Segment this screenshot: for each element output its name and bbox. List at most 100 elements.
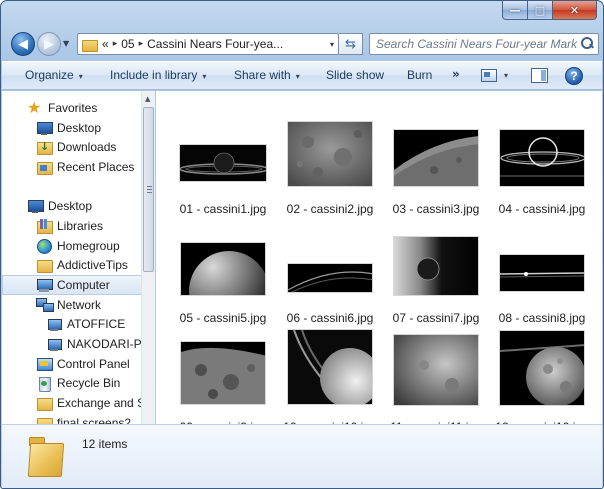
scroll-up-icon[interactable]: ▲ bbox=[145, 95, 150, 103]
nav-final-screens2[interactable]: final screens2 bbox=[2, 413, 141, 424]
breadcrumb-separator-icon[interactable]: ▸ bbox=[139, 39, 144, 49]
desktop-icon bbox=[36, 120, 53, 136]
nav-nakodari-pc[interactable]: NAKODARI-PC bbox=[2, 334, 142, 354]
recycle-bin-icon bbox=[36, 375, 52, 392]
maximize-button[interactable]: □ bbox=[528, 1, 553, 20]
views-dropdown-icon[interactable]: ▾ bbox=[504, 71, 508, 80]
address-bar[interactable]: « ▸ 05 ▸ Cassini Nears Four-yea... ▾ bbox=[77, 33, 339, 55]
share-with-label: Share with bbox=[234, 68, 291, 82]
share-with-menu[interactable]: Share with ▾ bbox=[234, 68, 300, 82]
slide-show-button[interactable]: Slide show bbox=[326, 68, 384, 82]
file-item[interactable]: 09 - cassini9.jpg bbox=[173, 331, 273, 434]
include-in-library-menu[interactable]: Include in library ▾ bbox=[110, 68, 206, 82]
recent-places-icon bbox=[36, 159, 53, 175]
nav-downloads[interactable]: Downloads bbox=[2, 137, 141, 157]
nav-libraries[interactable]: Libraries bbox=[2, 216, 141, 236]
close-button[interactable]: ✕ bbox=[553, 1, 597, 20]
ringed-eclipse-thumbnail-icon bbox=[500, 130, 584, 186]
saturn-rings-close-thumbnail-icon bbox=[288, 330, 372, 404]
more-commands-button[interactable]: » bbox=[452, 67, 460, 81]
file-item[interactable]: 10 - cassini10.jpg bbox=[280, 329, 380, 434]
image-thumbnail bbox=[499, 330, 585, 406]
chevron-down-icon: ▾ bbox=[295, 72, 300, 81]
search-input[interactable]: Search Cassini Nears Four-year Mark bbox=[376, 37, 579, 51]
search-box[interactable]: Search Cassini Nears Four-year Mark bbox=[369, 33, 599, 55]
file-item[interactable]: 04 - cassini4.jpg bbox=[492, 113, 592, 216]
image-thumbnail bbox=[499, 254, 585, 292]
change-view-icon[interactable] bbox=[481, 69, 497, 82]
image-thumbnail bbox=[180, 341, 266, 405]
file-item[interactable]: 12 - cassini12.jpg bbox=[492, 330, 592, 434]
nav-recent-places[interactable]: Recent Places bbox=[2, 157, 141, 177]
image-thumbnail bbox=[287, 329, 373, 405]
address-overflow-button[interactable]: « bbox=[102, 37, 109, 51]
desktop-icon bbox=[27, 198, 44, 214]
caption-buttons: — □ ✕ bbox=[502, 1, 597, 20]
nav-homegroup[interactable]: Homegroup bbox=[2, 236, 141, 256]
include-in-library-label: Include in library bbox=[110, 68, 198, 82]
file-name: 05 - cassini5.jpg bbox=[179, 311, 267, 325]
nav-desktop[interactable]: Desktop bbox=[2, 196, 141, 216]
burn-label: Burn bbox=[407, 68, 433, 82]
help-icon[interactable]: ? bbox=[565, 67, 583, 85]
refresh-button[interactable]: ⇆ bbox=[339, 33, 363, 55]
file-item[interactable]: 02 - cassini2.jpg bbox=[280, 113, 380, 216]
nav-control-panel[interactable]: Control Panel bbox=[2, 354, 141, 374]
moon-horizon-thumbnail-icon bbox=[394, 130, 478, 186]
preview-pane-icon[interactable] bbox=[531, 68, 548, 83]
minimize-button[interactable]: — bbox=[502, 1, 528, 20]
file-name: 06 - cassini6.jpg bbox=[286, 311, 374, 325]
moon-before-planet-thumbnail-icon bbox=[394, 237, 478, 295]
item-count: 12 items bbox=[82, 437, 128, 451]
organize-menu[interactable]: Organize ▾ bbox=[25, 68, 83, 82]
image-thumbnail bbox=[287, 121, 373, 187]
nav-exchange-folder[interactable]: Exchange and Se bbox=[2, 393, 141, 413]
file-item[interactable]: 03 - cassini3.jpg bbox=[386, 113, 486, 216]
homegroup-icon bbox=[36, 238, 52, 254]
nav-label: NAKODARI-PC bbox=[67, 337, 142, 351]
nav-atoffice[interactable]: ATOFFICE bbox=[2, 314, 141, 334]
nav-label: Recent Places bbox=[57, 160, 135, 174]
file-name: 02 - cassini2.jpg bbox=[286, 202, 374, 216]
image-thumbnail bbox=[393, 129, 479, 187]
control-panel-icon bbox=[36, 356, 53, 372]
nav-network[interactable]: Network bbox=[2, 295, 141, 315]
file-name: 08 - cassini8.jpg bbox=[498, 311, 586, 325]
explorer-window: — □ ✕ ◀ ▶ ▼ « ▸ 05 ▸ Cassini Nears Four-… bbox=[0, 0, 604, 489]
nav-label: Downloads bbox=[57, 140, 117, 154]
file-item[interactable]: 08 - cassini8.jpg bbox=[492, 222, 592, 325]
navigation-row: ◀ ▶ ▼ « ▸ 05 ▸ Cassini Nears Four-yea...… bbox=[9, 31, 599, 57]
breadcrumb-separator-icon[interactable]: ▸ bbox=[113, 39, 118, 49]
file-item[interactable]: 11 - cassini11.jpg bbox=[386, 331, 486, 434]
file-item[interactable]: 06 - cassini6.jpg bbox=[280, 222, 380, 325]
computer-icon bbox=[36, 277, 53, 293]
recent-pages-dropdown[interactable]: ▼ bbox=[63, 39, 69, 48]
file-list: 01 - cassini1.jpg 02 - cassini2.jpg 03 -… bbox=[156, 91, 602, 434]
breadcrumb-05[interactable]: 05 bbox=[121, 37, 134, 51]
back-button[interactable]: ◀ bbox=[11, 32, 35, 56]
edge-on-rings-thumbnail-icon bbox=[500, 255, 584, 291]
nav-addictivetips[interactable]: AddictiveTips bbox=[2, 255, 141, 275]
nav-recycle-bin[interactable]: Recycle Bin bbox=[2, 373, 141, 393]
nav-desktop-favorite[interactable]: Desktop bbox=[2, 118, 141, 138]
nav-favorites[interactable]: Favorites bbox=[2, 98, 141, 118]
file-item[interactable]: 07 - cassini7.jpg bbox=[386, 222, 486, 325]
organize-label: Organize bbox=[25, 68, 74, 82]
scroll-thumb[interactable] bbox=[143, 107, 154, 272]
address-dropdown-icon[interactable]: ▾ bbox=[330, 40, 334, 49]
nav-label: Favorites bbox=[48, 101, 98, 115]
forward-button[interactable]: ▶ bbox=[37, 32, 61, 56]
refresh-icon: ⇆ bbox=[345, 36, 356, 52]
nav-computer[interactable]: Computer bbox=[2, 275, 141, 295]
burn-button[interactable]: Burn bbox=[407, 68, 432, 82]
image-thumbnail bbox=[393, 236, 479, 296]
file-item[interactable]: 01 - cassini1.jpg bbox=[173, 113, 273, 216]
ring-arcs-thumbnail-icon bbox=[288, 264, 372, 292]
navigation-scrollbar[interactable]: ▲ bbox=[141, 91, 155, 424]
close-icon: ✕ bbox=[569, 3, 580, 17]
folder-icon bbox=[82, 38, 98, 52]
search-icon[interactable] bbox=[579, 36, 595, 52]
hazy-moon-thumbnail-icon bbox=[394, 335, 478, 405]
file-item[interactable]: 05 - cassini5.jpg bbox=[173, 222, 273, 325]
breadcrumb-current-folder[interactable]: Cassini Nears Four-yea... bbox=[147, 37, 283, 51]
